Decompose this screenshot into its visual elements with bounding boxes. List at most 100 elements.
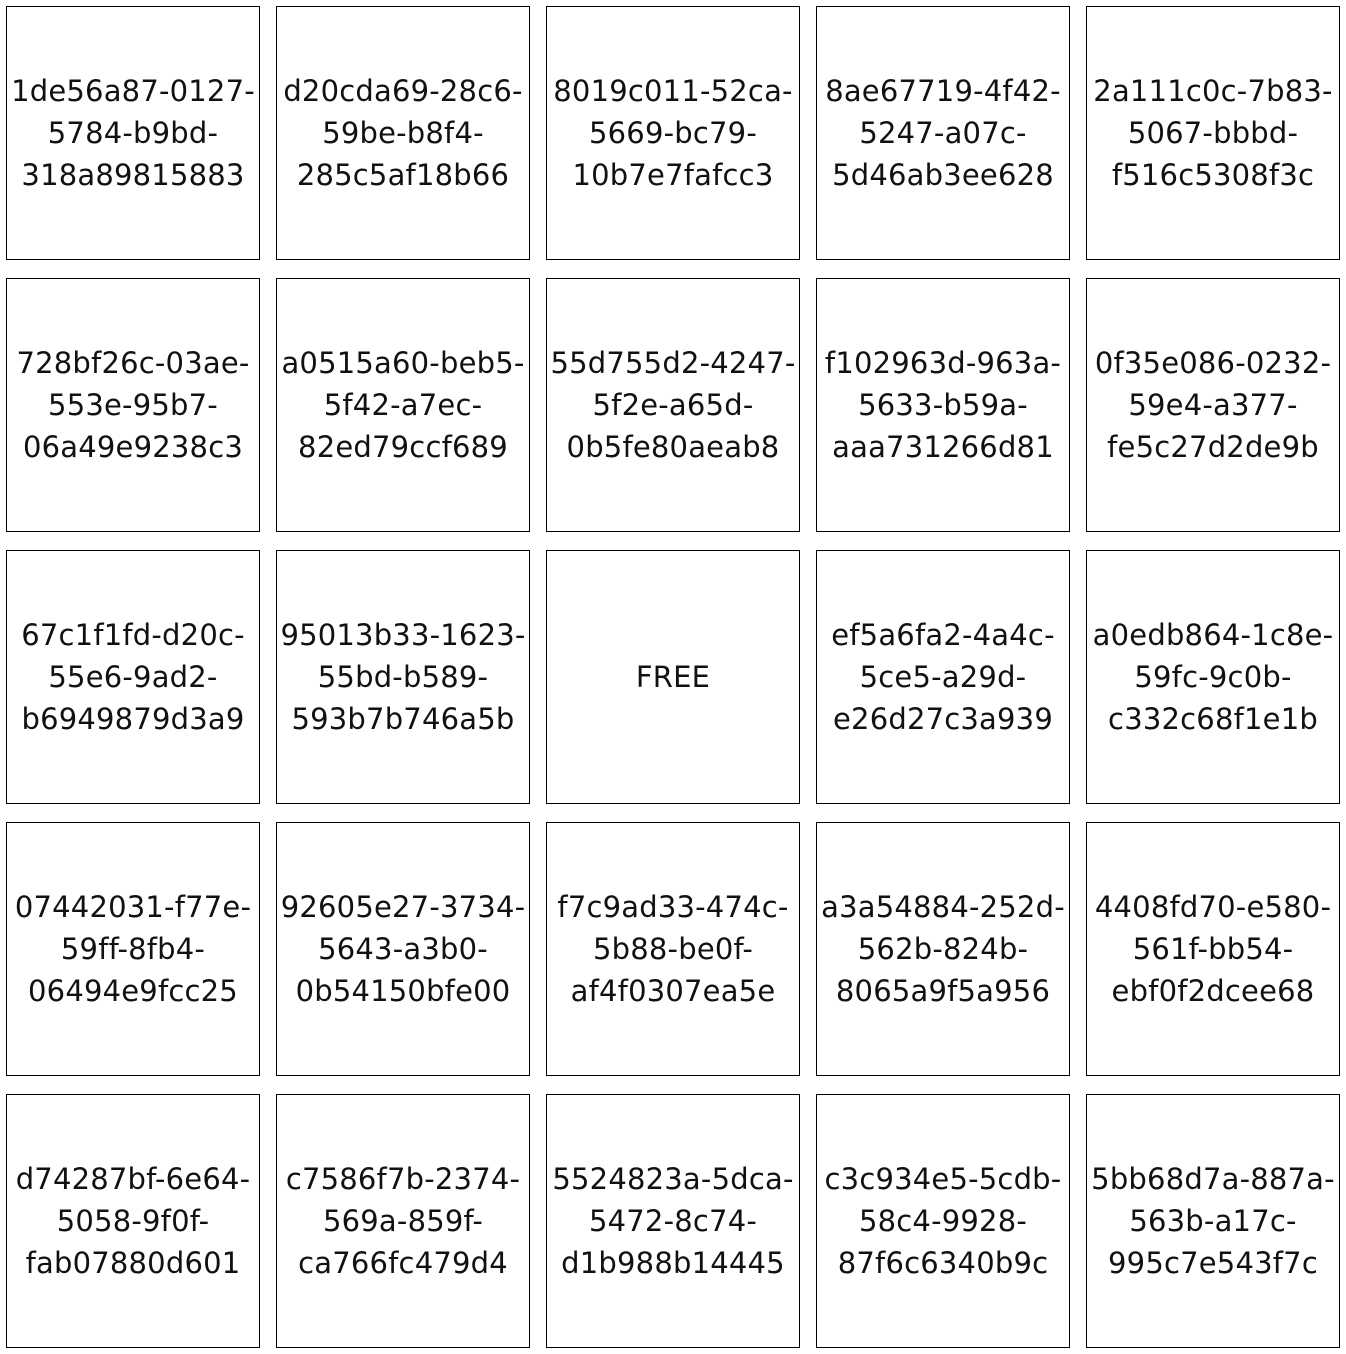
cell-label-line: 67c1f1fd-d20c- [21,618,245,652]
cell-label-line: 58c4-9928- [858,1204,1028,1238]
cell-label: c7586f7b-2374- 569a-859f-ca766fc479d4 [277,1158,529,1284]
cell-label-line: 5784-b9bd- [47,116,219,150]
bingo-cell[interactable]: 95013b33-1623- 55bd-b589- 593b7b746a5b [276,550,530,804]
bingo-cell[interactable]: a3a54884-252d- 562b-824b- 8065a9f5a956 [816,822,1070,1076]
cell-label-line: 59ff-8fb4- [60,932,206,966]
bingo-cell[interactable]: 0f35e086-0232- 59e4-a377- fe5c27d2de9b [1086,278,1340,532]
cell-label: f7c9ad33-474c- 5b88-be0f-af4f0307ea5e [547,886,799,1012]
bingo-cell[interactable]: ef5a6fa2-4a4c- 5ce5-a29d-e26d27c3a939 [816,550,1070,804]
cell-label: c3c934e5-5cdb- 58c4-9928- 87f6c6340b9c [817,1158,1069,1284]
bingo-cell[interactable]: 2a111c0c-7b83- 5067-bbbd-f516c5308f3c [1086,6,1340,260]
cell-label: 1de56a87-0127- 5784-b9bd- 318a89815883 [7,70,259,196]
cell-label-line: 0b54150bfe00 [295,974,511,1008]
cell-label-line: ef5a6fa2-4a4c- [831,618,1055,652]
cell-label-line: ebf0f2dcee68 [1111,974,1315,1008]
cell-label-line: 5067-bbbd- [1127,116,1299,150]
cell-label-line: 5d46ab3ee628 [832,158,1054,192]
bingo-cell[interactable]: 5524823a-5dca- 5472-8c74- d1b988b14445 [546,1094,800,1348]
cell-label: 728bf26c-03ae- 553e-95b7- 06a49e9238c3 [7,342,259,468]
cell-label-line: 95013b33-1623- [280,618,526,652]
cell-label-line: 5633-b59a- [858,388,1028,422]
cell-label-line: 5ce5-a29d- [859,660,1027,694]
cell-label-line: 285c5af18b66 [296,158,510,192]
cell-label-line: 59fc-9c0b- [1134,660,1292,694]
cell-label-line: 92605e27-3734- [280,890,526,924]
bingo-cell[interactable]: c7586f7b-2374- 569a-859f-ca766fc479d4 [276,1094,530,1348]
bingo-cell[interactable]: 8019c011-52ca- 5669-bc79- 10b7e7fafcc3 [546,6,800,260]
bingo-cell[interactable]: 92605e27-3734- 5643-a3b0- 0b54150bfe00 [276,822,530,1076]
cell-label-line: 5472-8c74- [588,1204,758,1238]
bingo-cell[interactable]: a0edb864-1c8e- 59fc-9c0b-c332c68f1e1b [1086,550,1340,804]
cell-label-line: 5058-9f0f- [56,1204,210,1238]
cell-label-line: c332c68f1e1b [1108,702,1318,736]
cell-label: 5524823a-5dca- 5472-8c74- d1b988b14445 [547,1158,799,1284]
cell-label-line: 5f2e-a65d- [592,388,754,422]
cell-label: 67c1f1fd-d20c- 55e6-9ad2- b6949879d3a9 [7,614,259,740]
cell-label-line: 563b-a17c- [1129,1204,1297,1238]
bingo-cell[interactable]: 55d755d2-4247- 5f2e-a65d- 0b5fe80aeab8 [546,278,800,532]
cell-label-line: a3a54884-252d- [821,890,1065,924]
cell-label-line: FREE [635,660,711,694]
cell-label: d20cda69-28c6- 59be-b8f4- 285c5af18b66 [277,70,529,196]
cell-label-line: ca766fc479d4 [298,1246,508,1280]
bingo-cell[interactable]: 1de56a87-0127- 5784-b9bd- 318a89815883 [6,6,260,260]
cell-label-line: 10b7e7fafcc3 [572,158,774,192]
bingo-cell[interactable]: a0515a60-beb5- 5f42-a7ec- 82ed79ccf689 [276,278,530,532]
cell-label-line: f516c5308f3c [1111,158,1315,192]
cell-label-line: 87f6c6340b9c [837,1246,1049,1280]
cell-label: 07442031-f77e- 59ff-8fb4- 06494e9fcc25 [7,886,259,1012]
cell-label-line: 1de56a87-0127- [11,74,255,108]
cell-label-line: c3c934e5-5cdb- [824,1162,1062,1196]
bingo-cell[interactable]: 728bf26c-03ae- 553e-95b7- 06a49e9238c3 [6,278,260,532]
cell-label: a0515a60-beb5- 5f42-a7ec- 82ed79ccf689 [277,342,529,468]
bingo-cell[interactable]: 4408fd70-e580- 561f-bb54- ebf0f2dcee68 [1086,822,1340,1076]
cell-label: 2a111c0c-7b83- 5067-bbbd-f516c5308f3c [1087,70,1339,196]
cell-label: ef5a6fa2-4a4c- 5ce5-a29d-e26d27c3a939 [817,614,1069,740]
bingo-cell[interactable]: f102963d-963a- 5633-b59a-aaa731266d81 [816,278,1070,532]
cell-label-line: e26d27c3a939 [833,702,1053,736]
cell-label-line: 562b-824b- [857,932,1029,966]
cell-label-line: 8019c011-52ca- [553,74,793,108]
cell-label-line: 553e-95b7- [48,388,218,422]
bingo-cell[interactable]: 67c1f1fd-d20c- 55e6-9ad2- b6949879d3a9 [6,550,260,804]
cell-label-line: d20cda69-28c6- [283,74,523,108]
cell-label-line: 2a111c0c-7b83- [1093,74,1333,108]
bingo-cell[interactable]: 5bb68d7a-887a- 563b-a17c- 995c7e543f7c [1086,1094,1340,1348]
cell-label-line: 0f35e086-0232- [1094,346,1332,380]
cell-label: 4408fd70-e580- 561f-bb54- ebf0f2dcee68 [1087,886,1339,1012]
cell-label: 92605e27-3734- 5643-a3b0- 0b54150bfe00 [277,886,529,1012]
cell-label-line: 5524823a-5dca- [552,1162,794,1196]
cell-label: FREE [547,656,799,698]
cell-label-line: 318a89815883 [21,158,245,192]
cell-label-line: fe5c27d2de9b [1107,430,1319,464]
cell-label: 0f35e086-0232- 59e4-a377- fe5c27d2de9b [1087,342,1339,468]
bingo-cell[interactable]: 8ae67719-4f42- 5247-a07c- 5d46ab3ee628 [816,6,1070,260]
cell-label: 8019c011-52ca- 5669-bc79- 10b7e7fafcc3 [547,70,799,196]
cell-label-line: f102963d-963a- [824,346,1062,380]
cell-label-line: 728bf26c-03ae- [16,346,250,380]
bingo-cell[interactable]: f7c9ad33-474c- 5b88-be0f-af4f0307ea5e [546,822,800,1076]
cell-label: 5bb68d7a-887a- 563b-a17c- 995c7e543f7c [1087,1158,1339,1284]
cell-label-line: 561f-bb54- [1132,932,1294,966]
cell-label-line: d74287bf-6e64- [15,1162,251,1196]
cell-label-line: 82ed79ccf689 [298,430,508,464]
cell-label: 55d755d2-4247- 5f2e-a65d- 0b5fe80aeab8 [547,342,799,468]
bingo-cell[interactable]: 07442031-f77e- 59ff-8fb4- 06494e9fcc25 [6,822,260,1076]
cell-label-line: 59be-b8f4- [322,116,484,150]
bingo-cell[interactable]: d20cda69-28c6- 59be-b8f4- 285c5af18b66 [276,6,530,260]
cell-label-line: 55e6-9ad2- [48,660,218,694]
cell-label-line: 07442031-f77e- [14,890,252,924]
cell-label-line: a0515a60-beb5- [281,346,525,380]
cell-label: a3a54884-252d- 562b-824b- 8065a9f5a956 [817,886,1069,1012]
cell-label-line: 593b7b746a5b [291,702,515,736]
bingo-cell[interactable]: c3c934e5-5cdb- 58c4-9928- 87f6c6340b9c [816,1094,1070,1348]
cell-label-line: c7586f7b-2374- [285,1162,521,1196]
bingo-board: 1de56a87-0127- 5784-b9bd- 318a89815883 d20c… [6,6,1340,1348]
cell-label: a0edb864-1c8e- 59fc-9c0b-c332c68f1e1b [1087,614,1339,740]
cell-label-line: 5669-bc79- [589,116,757,150]
cell-label-line: 5f42-a7ec- [323,388,483,422]
cell-label: 8ae67719-4f42- 5247-a07c- 5d46ab3ee628 [817,70,1069,196]
cell-label-line: 569a-859f- [322,1204,484,1238]
bingo-cell[interactable]: d74287bf-6e64- 5058-9f0f-fab07880d601 [6,1094,260,1348]
bingo-cell-free[interactable]: FREE [546,550,800,804]
